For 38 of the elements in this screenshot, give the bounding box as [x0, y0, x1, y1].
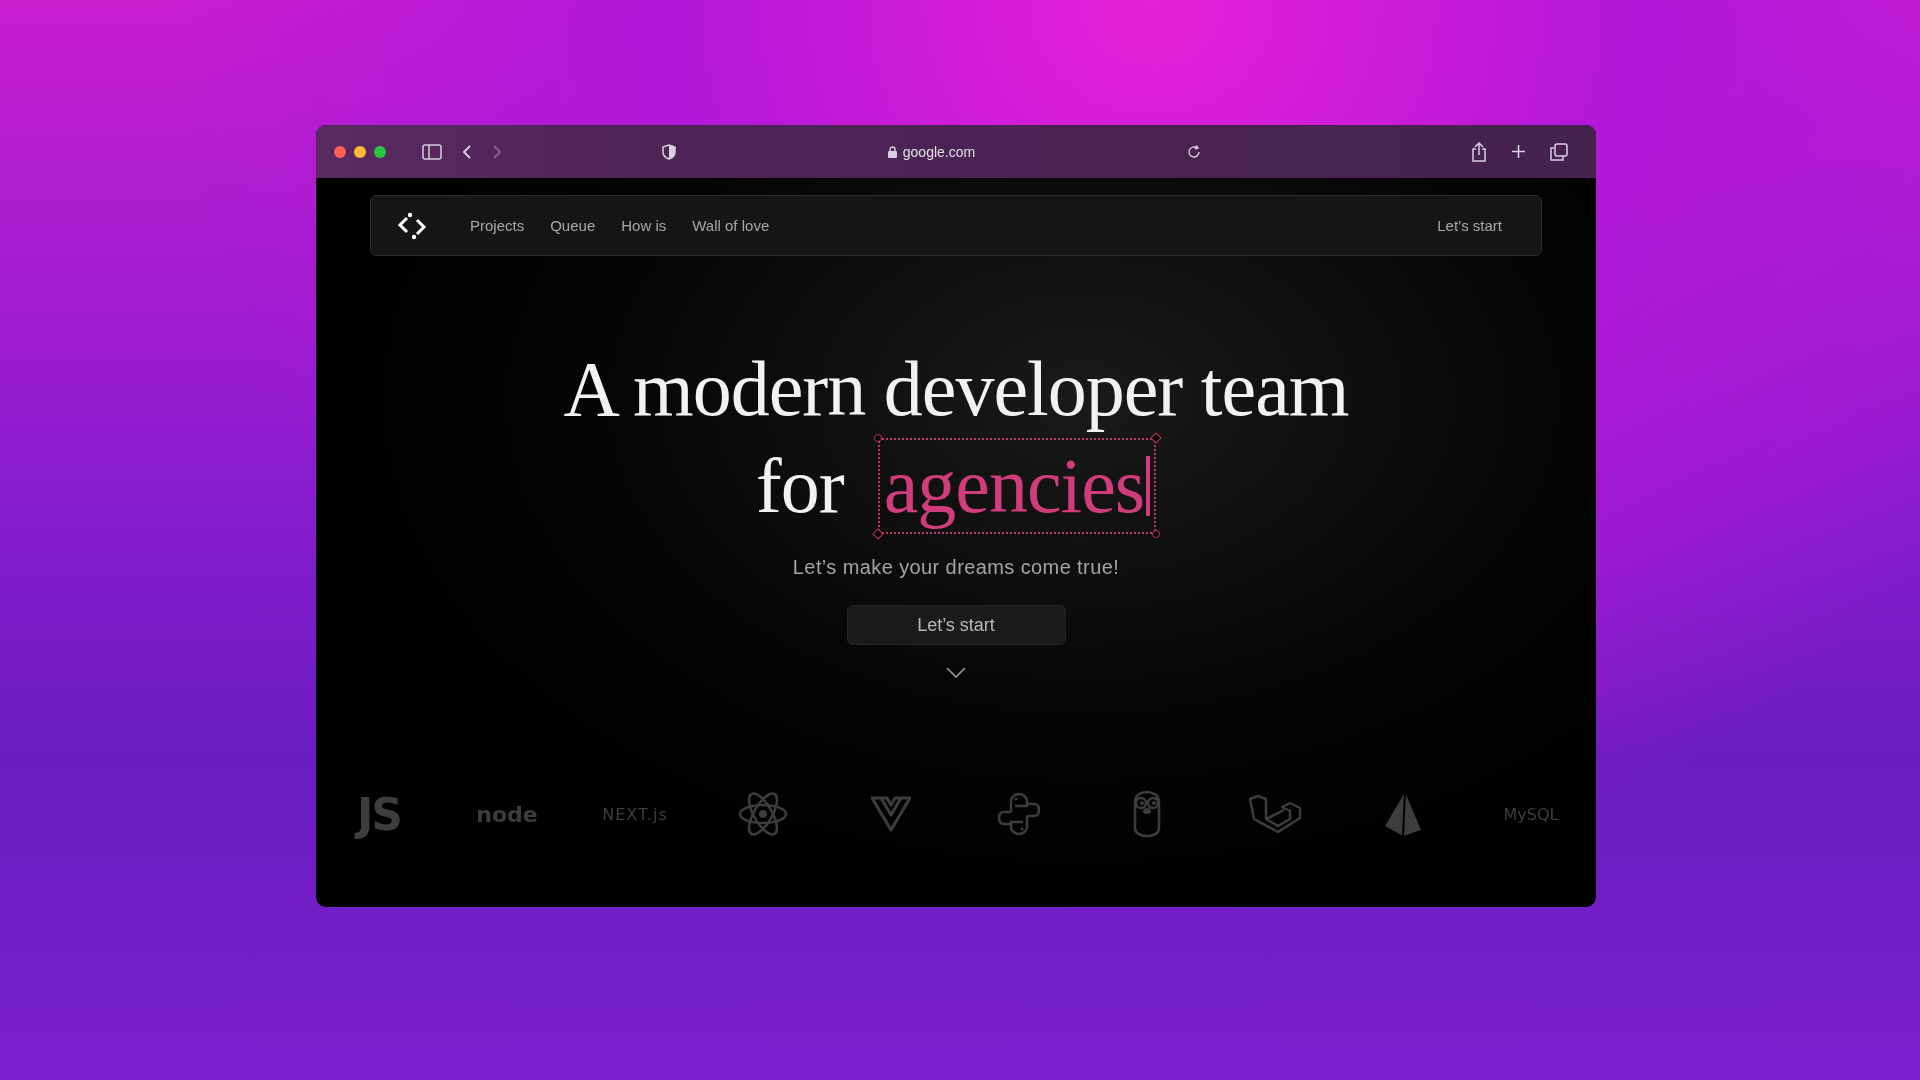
minimize-window-button[interactable]	[354, 145, 366, 158]
selection-handle[interactable]	[1152, 529, 1161, 538]
selection-handle[interactable]	[873, 433, 882, 442]
subtitle: Let’s make your dreams come true!	[792, 556, 1120, 579]
triangle-logo-icon	[1383, 790, 1423, 838]
text-cursor	[1146, 455, 1151, 516]
back-icon[interactable]	[462, 143, 472, 160]
close-window-button[interactable]	[334, 145, 346, 158]
nav-link[interactable]: How is	[608, 211, 680, 240]
logo-wordmark: JS	[356, 788, 402, 840]
code-logo-icon[interactable]	[397, 211, 427, 240]
selection-handle[interactable]	[1150, 431, 1162, 444]
sidebar-icon[interactable]	[422, 143, 442, 160]
logo-wordmark: NEXT.js	[602, 804, 668, 824]
v-logo-icon	[871, 796, 911, 832]
selection-handle[interactable]	[872, 527, 884, 540]
nav-link[interactable]: Queue	[537, 211, 609, 240]
address-bar[interactable]: google.com	[902, 143, 976, 160]
lets-start-button[interactable]: Let’s start	[846, 605, 1066, 645]
logo-wordmark: MySQL	[1503, 804, 1559, 824]
nav-link[interactable]: Wall of love	[679, 211, 783, 240]
reload-icon[interactable]	[1187, 144, 1201, 159]
chevron-down-icon[interactable]	[946, 667, 966, 678]
new-tab-icon[interactable]	[1511, 144, 1526, 159]
atom-icon	[738, 792, 788, 836]
snake-logo-icon	[997, 792, 1041, 836]
share-icon[interactable]	[1471, 141, 1487, 162]
headline: A modern developer team	[563, 344, 1349, 434]
lets-start-link[interactable]: Let’s start	[1424, 211, 1515, 240]
headline: for	[755, 441, 844, 531]
maximize-window-button[interactable]	[374, 145, 386, 158]
logo-wordmark: node	[476, 801, 538, 827]
shield-icon[interactable]	[662, 143, 676, 160]
stacked-blocks-icon	[1248, 794, 1302, 834]
nav-link[interactable]: Projects	[457, 211, 538, 240]
lock-icon	[887, 145, 897, 158]
tabs-overview-icon[interactable]	[1550, 142, 1568, 161]
highlighted-word: agencies	[883, 440, 1145, 531]
